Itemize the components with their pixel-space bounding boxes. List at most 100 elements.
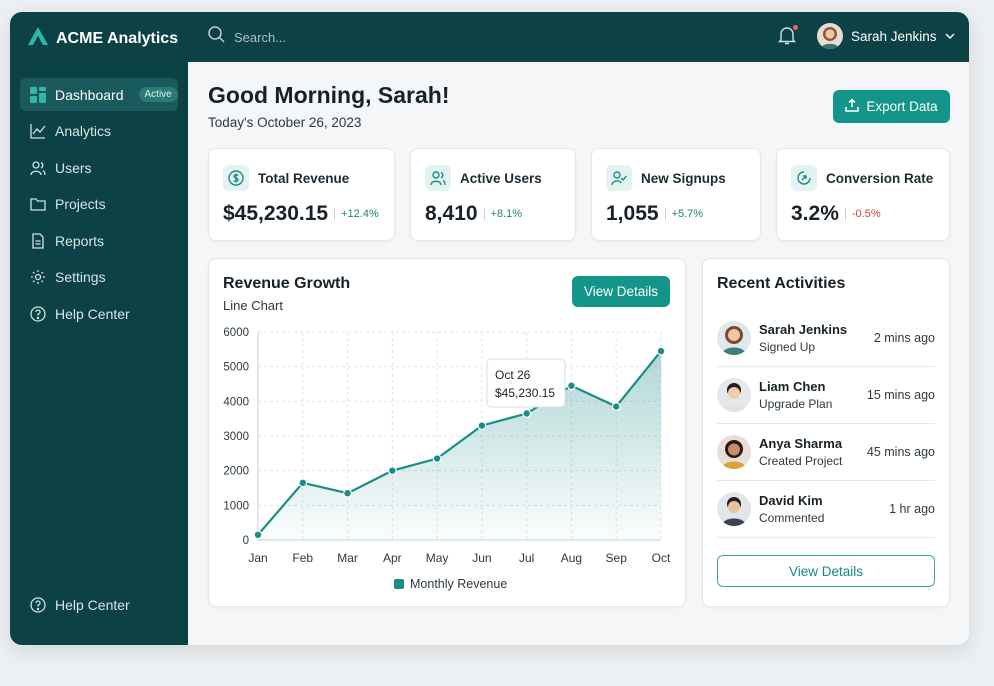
sidebar: ACME Analytics Dashboard Active Analytic… [10,12,188,645]
sidebar-item-label: Help Center [55,306,130,323]
x-tick-label: Jul [519,551,534,565]
tooltip-value: $45,230.15 [495,386,555,400]
sidebar-bottom: Help Center [20,588,178,625]
active-badge: Active [138,87,178,102]
stat-title: Total Revenue [258,170,350,186]
sidebar-item-reports[interactable]: Reports [20,224,178,257]
sidebar-item-help-center[interactable]: Help Center [20,298,178,331]
sidebar-item-label: Users [55,159,92,176]
activity-item[interactable]: Liam Chen Upgrade Plan 15 mins ago [717,367,935,424]
data-point [253,530,263,540]
page-title: Good Morning, Sarah! [208,82,450,108]
data-point [477,421,487,431]
activity-time: 2 mins ago [873,331,935,345]
notification-button[interactable] [777,25,798,50]
legend-swatch [394,579,404,589]
app-window: ACME Analytics Dashboard Active Analytic… [10,12,969,645]
chart-legend: Monthly Revenue [394,577,507,591]
help-icon [30,306,46,322]
revenue-growth-card: Revenue Growth Line Chart View Details 0… [208,258,686,607]
sidebar-item-help-center-bottom[interactable]: Help Center [20,588,178,621]
avatar [817,23,843,49]
stat-card-active-users: Active Users 8,410 +8.1% [410,148,576,241]
x-tick-label: Aug [561,551,582,565]
stat-change: +5.7% [664,208,703,220]
sidebar-item-label: Settings [55,269,106,286]
avatar [717,492,751,526]
x-tick-label: May [426,551,449,565]
stat-title: Conversion Rate [826,170,934,186]
sidebar-item-users[interactable]: Users [20,151,178,184]
activity-time: 1 hr ago [889,502,935,516]
x-tick-label: Mar [337,551,358,565]
stat-value: $45,230.15 [223,202,329,225]
activity-item[interactable]: Anya Sharma Created Project 45 mins ago [717,424,935,481]
user-name: Sarah Jenkins [851,28,937,44]
bell-icon [777,27,797,49]
stat-card-total-revenue: Total Revenue $45,230.15 +12.4% [208,148,395,241]
data-point [343,488,352,498]
user-menu[interactable]: Sarah Jenkins [817,23,955,49]
brand[interactable]: ACME Analytics [28,27,178,50]
activity-time: 15 mins ago [866,388,935,402]
y-tick-label: 6000 [223,327,249,339]
data-point [432,454,442,463]
x-tick-label: Feb [292,551,313,565]
activity-user: Sarah Jenkins [759,322,848,337]
current-date: Today's October 26, 2023 [208,115,362,130]
area-fill [258,351,661,540]
upload-icon [845,98,860,115]
stat-change: -0.5% [844,208,881,220]
topbar: Sarah Jenkins [188,12,969,62]
stat-title: Active Users [460,170,542,186]
tooltip-date: Oct 26 [495,368,531,382]
activity-time: 45 mins ago [866,445,935,459]
users-icon [425,165,451,191]
data-point [522,409,532,418]
chevron-down-icon [945,27,955,45]
y-tick-label: 1000 [223,500,249,512]
data-point [298,478,308,488]
avatar [717,378,751,412]
activity-user: Anya Sharma [759,436,843,451]
user-check-icon [606,165,632,191]
stat-value: 3.2% [791,202,839,225]
sidebar-item-projects[interactable]: Projects [20,188,178,221]
activity-action: Upgrade Plan [759,397,833,411]
export-data-button[interactable]: Export Data [833,90,950,123]
sidebar-item-label: Reports [55,232,105,249]
sidebar-item-settings[interactable]: Settings [20,261,178,294]
activity-user: Liam Chen [759,379,826,394]
y-tick-label: 3000 [223,431,249,443]
sidebar-item-label: Help Center [55,596,130,613]
sidebar-nav: Dashboard Active Analytics Users Project… [20,78,178,334]
data-point [387,466,397,476]
main-content: Good Morning, Sarah! Today's October 26,… [188,62,969,645]
brand-name: ACME Analytics [56,29,179,47]
sidebar-item-label: Dashboard [55,86,124,103]
data-point [567,381,576,391]
x-tick-label: Jun [472,551,491,565]
conversion-icon [791,165,817,191]
logo-icon [28,27,48,50]
notification-dot [793,25,798,30]
activity-item[interactable]: David Kim Commented 1 hr ago [717,481,935,538]
sidebar-item-dashboard[interactable]: Dashboard Active [20,78,178,111]
chart-tooltip: Oct 26 $45,230.15 [486,358,566,408]
x-tick-label: Sep [606,551,628,565]
revenue-line-chart: 0 1000 2000 3000 4000 5000 6000 Jan Feb Mar Apr Ma… [223,327,671,565]
line-chart-icon [30,123,46,139]
x-tick-label: Apr [383,551,402,565]
recent-activities-card: Recent Activities Sarah Jenkins Signed U… [702,258,950,607]
dashboard-grid-icon [30,86,46,103]
x-tick-label: Oct [652,551,671,565]
sidebar-item-analytics[interactable]: Analytics [20,115,178,148]
activity-item[interactable]: Sarah Jenkins Signed Up 2 mins ago [717,310,935,367]
avatar [717,321,751,355]
dollar-icon [223,165,249,191]
legend-label: Monthly Revenue [410,577,508,591]
search-input[interactable] [234,29,434,45]
export-button-label: Export Data [866,99,938,114]
stat-title: New Signups [641,170,726,186]
view-details-button[interactable]: View Details [717,555,935,587]
